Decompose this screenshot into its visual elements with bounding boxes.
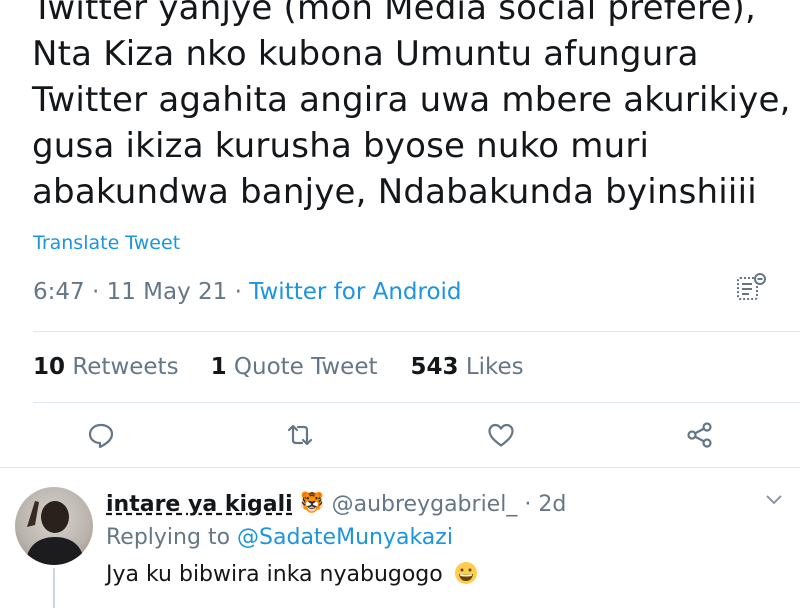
heart-icon <box>488 423 514 447</box>
replying-to-prefix: Replying to <box>106 525 238 550</box>
avatar[interactable] <box>15 487 93 565</box>
reply-display-name[interactable]: intare ya kigali <box>106 492 293 517</box>
grinning-emoji-icon <box>454 561 478 585</box>
meta-separator: · <box>517 492 539 517</box>
replying-to: Replying to @SadateMunyakazi <box>106 525 453 550</box>
reply-body: Jya ku bibwira inka nyabugogo <box>106 562 443 587</box>
tweet-stats: 10 Retweets 1 Quote Tweet 543 Likes <box>33 354 524 380</box>
likes-label: Likes <box>458 354 524 380</box>
section-divider <box>0 467 800 468</box>
quote-tweets-label: Quote Tweet <box>226 354 378 380</box>
reply-header: intare ya kigali 🐯 @aubreygabriel_ · 2d <box>106 490 566 517</box>
tweet-line: Nta Kiza nko kubona Umuntu afungura <box>32 34 699 74</box>
translate-tweet-link[interactable]: Translate Tweet <box>33 232 180 254</box>
thread-line <box>53 568 55 608</box>
retweets-count: 10 <box>33 354 66 380</box>
retweets-label: Retweets <box>65 354 179 380</box>
quote-tweets-count: 1 <box>210 354 227 380</box>
tiger-emoji-icon: 🐯 <box>299 490 325 514</box>
retweets-stat[interactable]: 10 Retweets <box>33 354 179 380</box>
replying-to-mention[interactable]: @SadateMunyakazi <box>237 525 453 550</box>
likes-count: 543 <box>410 354 459 380</box>
like-button[interactable] <box>486 420 516 450</box>
tweet-line: Twitter yanjye (mon Media social préféré… <box>32 0 757 28</box>
likes-stat[interactable]: 543 Likes <box>411 354 524 380</box>
reply-age: 2d <box>538 492 567 517</box>
tweet-text: Twitter yanjye (mon Media social préféré… <box>32 0 792 215</box>
tweet-time: 6:47 <box>33 279 85 305</box>
tweet-date: 11 May 21 <box>106 279 228 305</box>
divider <box>33 331 800 332</box>
quote-tweets-stat[interactable]: 1 Quote Tweet <box>211 354 378 380</box>
chevron-down-icon[interactable] <box>764 492 784 508</box>
tweet-source-link[interactable]: Twitter for Android <box>249 279 461 305</box>
tweet-meta: 6:47 · 11 May 21 · Twitter for Android <box>33 279 462 305</box>
meta-separator: · <box>227 279 250 305</box>
analytics-icon[interactable] <box>735 272 769 304</box>
tweet-line: abakundwa banjye, Ndabakunda byinshiiii <box>32 172 757 212</box>
reply-text: Jya ku bibwira inka nyabugogo <box>106 561 478 587</box>
divider <box>33 402 800 403</box>
tweet-line: gusa ikiza kurusha byose nuko muri <box>32 126 650 166</box>
reply-icon <box>88 423 114 449</box>
share-icon <box>687 422 712 448</box>
reply-handle[interactable]: @aubreygabriel_ <box>332 492 518 517</box>
tweet-line: Twitter agahita angira uwa mbere akuriki… <box>32 80 791 120</box>
retweet-button[interactable] <box>285 420 315 450</box>
retweet-icon <box>287 424 313 446</box>
reply-button[interactable] <box>86 420 116 450</box>
meta-separator: · <box>84 279 107 305</box>
share-button[interactable] <box>685 420 715 450</box>
